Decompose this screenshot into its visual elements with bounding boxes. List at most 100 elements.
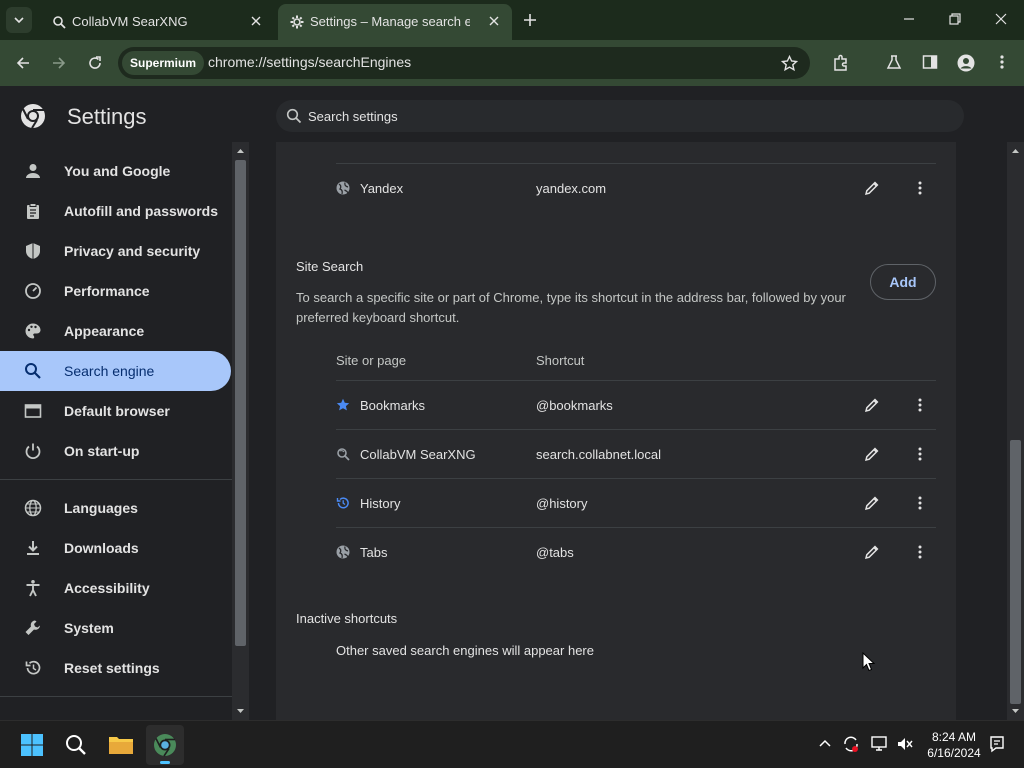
sidebar-item-appearance[interactable]: Appearance bbox=[0, 311, 231, 351]
settings-search[interactable] bbox=[276, 100, 964, 132]
notifications-icon[interactable] bbox=[988, 735, 1006, 753]
site-chip[interactable]: Supermium bbox=[122, 51, 205, 75]
side-panel-icon[interactable] bbox=[922, 54, 938, 70]
taskbar-search-icon[interactable] bbox=[64, 733, 88, 757]
address-bar[interactable]: Supermium chrome://settings/searchEngine… bbox=[118, 47, 810, 79]
history-icon bbox=[336, 496, 350, 510]
page-title: Settings bbox=[67, 104, 147, 129]
sidebar-item-label: Reset settings bbox=[64, 660, 160, 676]
sidebar-item-label: On start-up bbox=[64, 443, 140, 459]
sidebar-item-you-and-google[interactable]: You and Google bbox=[0, 151, 231, 191]
bookmark-star-icon[interactable] bbox=[781, 55, 798, 72]
site-name: Bookmarks bbox=[360, 398, 426, 413]
flask-icon[interactable] bbox=[886, 54, 902, 70]
site-shortcut: @tabs bbox=[536, 545, 574, 560]
globe-icon bbox=[336, 181, 350, 195]
system-clock[interactable]: 8:24 AM 6/16/2024 bbox=[922, 729, 986, 761]
sidebar-item-reset-settings[interactable]: Reset settings bbox=[0, 648, 231, 688]
page-scrollbar-thumb[interactable] bbox=[1010, 440, 1021, 704]
edit-pencil-icon[interactable] bbox=[864, 180, 880, 196]
sidebar-item-performance[interactable]: Performance bbox=[0, 271, 231, 311]
tab-settings[interactable]: Settings – Manage search engi bbox=[278, 4, 512, 40]
windows-taskbar: 8:24 AM 6/16/2024 bbox=[0, 720, 1024, 768]
palette-icon bbox=[24, 322, 42, 340]
globe-icon bbox=[24, 499, 42, 517]
more-options-icon[interactable] bbox=[916, 495, 924, 511]
windows-start-icon[interactable] bbox=[20, 733, 44, 757]
url-text[interactable]: chrome://settings/searchEngines bbox=[208, 54, 411, 70]
minimize-button[interactable] bbox=[902, 12, 916, 26]
settings-sidebar: You and Google Autofill and passwords Pr… bbox=[0, 142, 232, 720]
restore-button[interactable] bbox=[948, 12, 962, 26]
search-engine-row: Yandex yandex.com bbox=[336, 164, 936, 213]
gear-icon bbox=[290, 15, 304, 29]
sidebar-item-label: You and Google bbox=[64, 163, 171, 179]
search-icon bbox=[24, 362, 42, 380]
sidebar-item-label: Languages bbox=[64, 500, 138, 516]
accessibility-icon bbox=[24, 579, 42, 597]
sidebar-item-languages[interactable]: Languages bbox=[0, 488, 231, 528]
browser-icon bbox=[24, 402, 42, 420]
kebab-menu-icon[interactable] bbox=[994, 54, 1010, 70]
tab-collabvm-searxng[interactable]: CollabVM SearXNG bbox=[40, 4, 274, 40]
engine-name: Yandex bbox=[360, 181, 404, 196]
browser-taskbar-button[interactable] bbox=[146, 725, 184, 765]
site-search-row: CollabVM SearXNG search.collabnet.local bbox=[336, 430, 936, 479]
sidebar-item-label: Autofill and passwords bbox=[64, 203, 219, 219]
volume-muted-icon[interactable] bbox=[896, 735, 914, 753]
tray-chevron-up-icon[interactable] bbox=[818, 737, 832, 751]
new-tab-button[interactable] bbox=[520, 10, 540, 30]
star-icon bbox=[336, 398, 350, 412]
more-options-icon[interactable] bbox=[916, 180, 924, 196]
edit-pencil-icon[interactable] bbox=[864, 446, 880, 462]
settings-header: Settings bbox=[0, 86, 1024, 142]
browser-toolbar: Supermium chrome://settings/searchEngine… bbox=[0, 40, 1024, 86]
extensions-icon[interactable] bbox=[832, 54, 850, 72]
more-options-icon[interactable] bbox=[916, 397, 924, 413]
network-icon[interactable] bbox=[870, 735, 888, 753]
tab-search-button[interactable] bbox=[6, 7, 32, 33]
sidebar-scrollbar-thumb[interactable] bbox=[235, 160, 246, 646]
reload-button[interactable] bbox=[86, 54, 104, 72]
forward-button[interactable] bbox=[50, 54, 68, 72]
column-header-shortcut: Shortcut bbox=[536, 353, 585, 368]
power-icon bbox=[24, 442, 42, 460]
close-icon[interactable] bbox=[488, 15, 500, 27]
sidebar-item-label: Appearance bbox=[64, 323, 145, 339]
sidebar-item-default-browser[interactable]: Default browser bbox=[0, 391, 231, 431]
edit-pencil-icon[interactable] bbox=[864, 544, 880, 560]
sidebar-item-privacy[interactable]: Privacy and security bbox=[0, 231, 231, 271]
search-settings-input[interactable] bbox=[308, 106, 908, 126]
site-search-row: History @history bbox=[336, 479, 936, 528]
mouse-cursor-icon bbox=[862, 652, 876, 672]
shield-icon bbox=[24, 242, 42, 260]
close-icon[interactable] bbox=[250, 15, 262, 27]
edit-pencil-icon[interactable] bbox=[864, 397, 880, 413]
close-window-button[interactable] bbox=[994, 12, 1008, 26]
sidebar-item-label: Performance bbox=[64, 283, 150, 299]
sidebar-item-autofill[interactable]: Autofill and passwords bbox=[0, 191, 231, 231]
clock-date: 6/16/2024 bbox=[927, 746, 981, 760]
tab-title: Settings – Manage search engi bbox=[310, 14, 470, 29]
chevron-down-icon bbox=[13, 14, 25, 26]
sync-icon[interactable] bbox=[842, 735, 860, 753]
sidebar-divider bbox=[0, 696, 232, 697]
sidebar-item-search-engine[interactable]: Search engine bbox=[0, 351, 231, 391]
profile-avatar-icon[interactable] bbox=[957, 54, 975, 72]
more-options-icon[interactable] bbox=[916, 544, 924, 560]
more-options-icon[interactable] bbox=[916, 446, 924, 462]
site-name: History bbox=[360, 496, 401, 511]
edit-pencil-icon[interactable] bbox=[864, 495, 880, 511]
site-shortcut: @bookmarks bbox=[536, 398, 613, 413]
back-button[interactable] bbox=[14, 54, 32, 72]
add-site-search-button[interactable]: Add bbox=[870, 264, 936, 300]
file-explorer-icon[interactable] bbox=[108, 733, 134, 757]
sidebar-item-system[interactable]: System bbox=[0, 608, 231, 648]
clock-time: 8:24 AM bbox=[931, 730, 977, 744]
tab-title: CollabVM SearXNG bbox=[72, 14, 188, 29]
sidebar-item-on-startup[interactable]: On start-up bbox=[0, 431, 231, 471]
sidebar-item-label: Privacy and security bbox=[64, 243, 201, 259]
sidebar-item-accessibility[interactable]: Accessibility bbox=[0, 568, 231, 608]
sidebar-item-label: Accessibility bbox=[64, 580, 150, 596]
sidebar-item-downloads[interactable]: Downloads bbox=[0, 528, 231, 568]
